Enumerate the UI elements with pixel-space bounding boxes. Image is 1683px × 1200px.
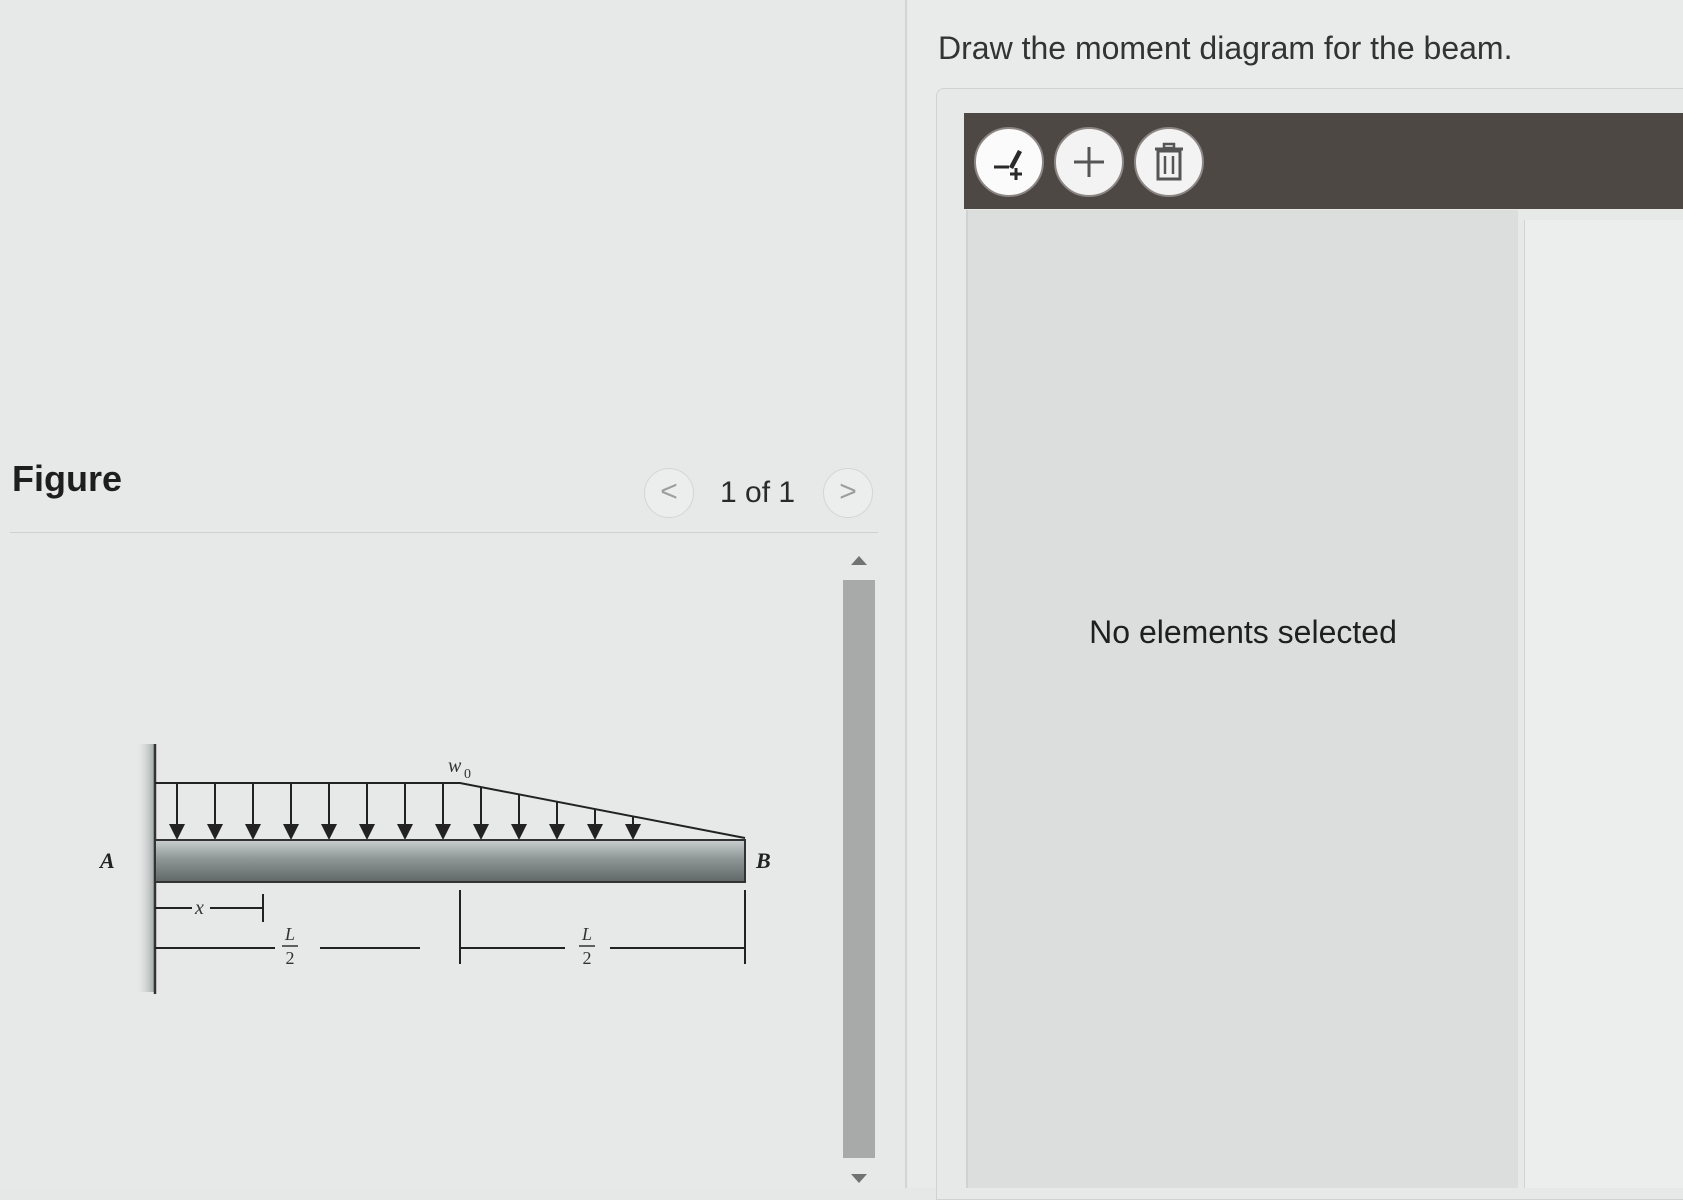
- next-figure-button[interactable]: >: [823, 468, 873, 518]
- add-button[interactable]: [1054, 127, 1124, 197]
- selection-status: No elements selected: [1089, 614, 1397, 650]
- beam-diagram: A B w 0 x L 2 L 2: [98, 744, 771, 994]
- support-label-a: A: [98, 848, 115, 873]
- plus-icon: [1074, 147, 1104, 177]
- half-length-label-2-num: L: [581, 924, 592, 944]
- delete-button[interactable]: [1134, 127, 1204, 197]
- answer-pane: Draw the moment diagram for the beam. No…: [908, 0, 1683, 1200]
- end-label-b: B: [755, 848, 771, 873]
- chevron-right-icon: >: [839, 475, 857, 508]
- scroll-up-arrow-icon[interactable]: [851, 556, 867, 565]
- pencil-plus-icon: [994, 150, 1022, 180]
- scroll-thumb[interactable]: [843, 580, 875, 1158]
- fixed-support-wall: [135, 744, 157, 994]
- half-length-label-1-num: L: [284, 924, 295, 944]
- drawing-canvas[interactable]: No elements selected: [966, 210, 1518, 1188]
- x-dimension: x: [155, 894, 264, 922]
- trash-icon: [1155, 142, 1183, 181]
- x-label: x: [194, 897, 204, 919]
- half-length-label-1-den: 2: [286, 948, 295, 968]
- figure-counter: 1 of 1: [720, 476, 796, 509]
- scroll-down-arrow-icon[interactable]: [851, 1174, 867, 1183]
- beam: [154, 839, 746, 883]
- chevron-left-icon: <: [660, 475, 678, 508]
- figure-title: Figure: [12, 458, 123, 499]
- distributed-load: [155, 782, 746, 840]
- drawing-toolbar: [964, 113, 1683, 209]
- figure-divider: [10, 532, 878, 533]
- figure-scrollbar[interactable]: [841, 550, 877, 1188]
- load-intensity-label: w 0: [448, 755, 471, 782]
- pane-divider: [905, 0, 907, 1188]
- length-dimensions: L 2 L 2: [155, 890, 746, 968]
- half-length-label-2-den: 2: [583, 948, 592, 968]
- figure-pane: Figure < 1 of 1 > A B w 0 x L 2 L 2: [0, 0, 906, 1188]
- previous-figure-button[interactable]: <: [644, 468, 694, 518]
- figure-viewer: A B w 0 x L 2 L 2: [10, 540, 876, 1188]
- draw-tool-button[interactable]: [974, 127, 1044, 197]
- question-prompt: Draw the moment diagram for the beam.: [938, 30, 1513, 66]
- load-label: w: [448, 755, 462, 777]
- load-profile-line: [155, 782, 746, 839]
- load-label-subscript: 0: [464, 767, 471, 782]
- properties-panel: [1524, 220, 1683, 1188]
